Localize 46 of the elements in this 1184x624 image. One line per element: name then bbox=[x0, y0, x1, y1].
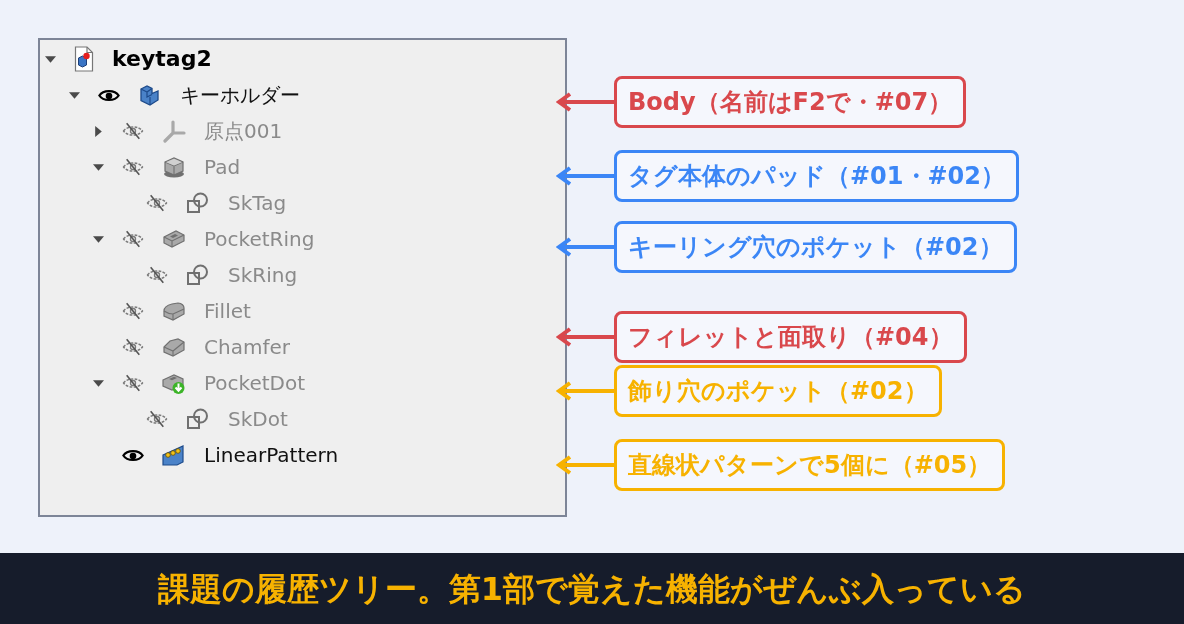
square-circle-icon bbox=[186, 407, 210, 431]
eye-off-icon[interactable] bbox=[122, 302, 144, 320]
tree-item-label[interactable]: SkTag bbox=[228, 193, 287, 213]
block-icon bbox=[138, 83, 162, 107]
eye-off-icon[interactable] bbox=[122, 158, 144, 176]
tree-item-label[interactable]: Fillet bbox=[204, 301, 251, 321]
square-circle-icon bbox=[186, 263, 210, 287]
caret-icon[interactable] bbox=[93, 125, 104, 137]
callout-label: Body（名前はF2で・#07） bbox=[614, 76, 967, 128]
tree-item-label[interactable]: 原点001 bbox=[204, 121, 283, 141]
callout-label: 直線状パターンで5個に（#05） bbox=[614, 439, 1006, 491]
caret-icon[interactable] bbox=[93, 161, 104, 173]
tree-item-label[interactable]: キーホルダー bbox=[180, 85, 300, 105]
caret-icon[interactable] bbox=[93, 233, 104, 245]
eye-icon[interactable] bbox=[98, 87, 120, 103]
tree-item-label[interactable]: Pad bbox=[204, 157, 241, 177]
tree-item-label[interactable]: PocketDot bbox=[204, 373, 306, 393]
rounded-block-icon bbox=[162, 299, 186, 323]
tree-item-label[interactable]: LinearPattern bbox=[204, 445, 339, 465]
tree-item-label[interactable]: SkRing bbox=[228, 265, 298, 285]
callout-label: フィレットと面取り（#04） bbox=[614, 311, 967, 363]
caption-text: 課題の履歴ツリー。第1部で覚えた機能がぜんぶ入っている bbox=[157, 568, 1027, 610]
eye-off-icon[interactable] bbox=[146, 410, 168, 428]
caret-icon[interactable] bbox=[93, 377, 104, 389]
block-dots-icon bbox=[162, 443, 186, 467]
chamfered-block-icon bbox=[162, 335, 186, 359]
callout-label: タグ本体のパッド（#01・#02） bbox=[614, 150, 1019, 202]
eye-icon[interactable] bbox=[122, 447, 144, 463]
extruded-block-icon bbox=[162, 155, 186, 179]
callout-label: キーリング穴のポケット（#02） bbox=[614, 221, 1017, 273]
caret-icon[interactable] bbox=[69, 89, 80, 101]
eye-off-icon[interactable] bbox=[146, 194, 168, 212]
eye-off-icon[interactable] bbox=[122, 230, 144, 248]
document-icon bbox=[74, 46, 94, 72]
eye-off-icon[interactable] bbox=[122, 374, 144, 392]
square-circle-icon bbox=[186, 191, 210, 215]
tree-item-label[interactable]: keytag2 bbox=[112, 48, 212, 70]
axes-icon bbox=[162, 119, 186, 143]
eye-off-icon[interactable] bbox=[122, 338, 144, 356]
tree-item-label[interactable]: SkDot bbox=[228, 409, 288, 429]
eye-off-icon[interactable] bbox=[146, 266, 168, 284]
caret-icon[interactable] bbox=[45, 53, 56, 65]
callout-label: 飾り穴のポケット（#02） bbox=[614, 365, 942, 417]
tree-item-label[interactable]: PocketRing bbox=[204, 229, 315, 249]
eye-off-icon[interactable] bbox=[122, 122, 144, 140]
tree-item-label[interactable]: Chamfer bbox=[204, 337, 290, 357]
